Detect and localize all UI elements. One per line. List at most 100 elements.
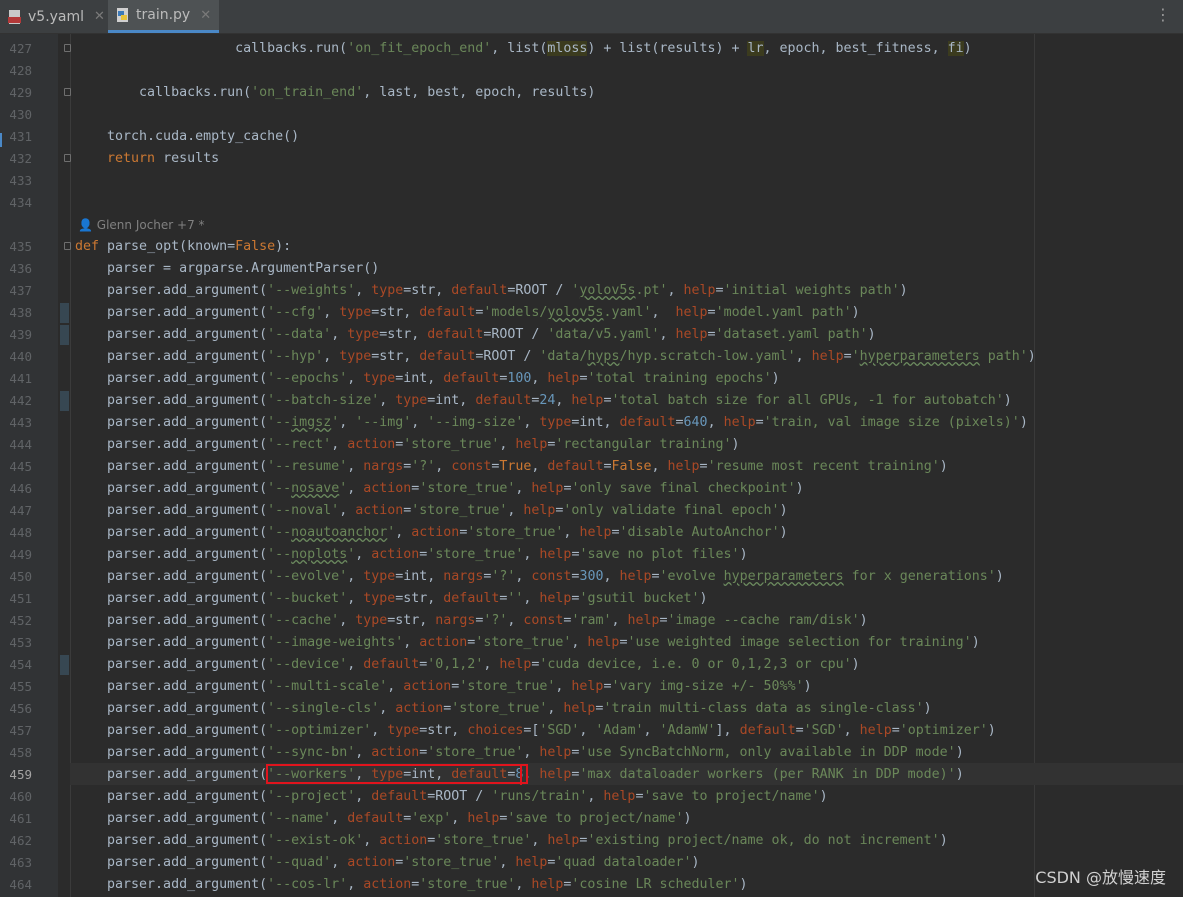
change-marker[interactable] [60,391,69,411]
code-line[interactable]: 455 parser.add_argument('--multi-scale',… [0,676,1183,698]
fold-icon[interactable] [64,154,71,162]
line-number: 430 [9,107,32,122]
change-marker[interactable] [60,655,69,675]
code-line[interactable]: 459 parser.add_argument('--workers', typ… [0,764,1183,786]
code-line[interactable]: 451 parser.add_argument('--bucket', type… [0,588,1183,610]
fold-icon[interactable] [64,44,71,52]
code-line[interactable]: 444 parser.add_argument('--rect', action… [0,434,1183,456]
line-number: 445 [9,459,32,474]
line-number: 448 [9,525,32,540]
code-line[interactable]: 460 parser.add_argument('--project', def… [0,786,1183,808]
code-line[interactable]: 456 parser.add_argument('--single-cls', … [0,698,1183,720]
code-line[interactable]: 461 parser.add_argument('--name', defaul… [0,808,1183,830]
code-line[interactable]: 454 parser.add_argument('--device', defa… [0,654,1183,676]
text-cursor [520,765,522,785]
line-number: 429 [9,85,32,100]
close-icon[interactable]: ✕ [94,9,105,24]
code-text: parser.add_argument('--name', default='e… [75,811,692,826]
code-line[interactable]: 446 parser.add_argument('--nosave', acti… [0,478,1183,500]
line-number: 428 [9,63,32,78]
yaml-file-icon [8,9,22,25]
line-number: 453 [9,635,32,650]
code-line[interactable]: 462 parser.add_argument('--exist-ok', ac… [0,830,1183,852]
line-number: 464 [9,877,32,892]
code-text: parser.add_argument('--rect', action='st… [75,437,740,452]
line-number: 434 [9,195,32,210]
line-number: 436 [9,261,32,276]
tab-train-py[interactable]: train.py ✕ [108,0,220,33]
code-text: parser.add_argument('--noval', action='s… [75,503,788,518]
code-line[interactable]: 431 torch.cuda.empty_cache() [0,126,1183,148]
watermark: CSDN @放慢速度 [1035,868,1166,887]
code-text: parser.add_argument('--project', default… [75,789,828,804]
code-line[interactable]: 443 parser.add_argument('--imgsz', '--im… [0,412,1183,434]
code-text: parser = argparse.ArgumentParser() [75,261,380,276]
line-number: 442 [9,393,32,408]
code-text: callbacks.run('on_fit_epoch_end', list(m… [75,41,972,56]
code-text: return results [107,151,220,166]
code-line[interactable]: 453 parser.add_argument('--image-weights… [0,632,1183,654]
code-line[interactable]: 447 parser.add_argument('--noval', actio… [0,500,1183,522]
line-number: 457 [9,723,32,738]
code-line[interactable]: 428 [0,60,1183,82]
code-text: parser.add_argument('--noautoanchor', ac… [75,525,788,540]
code-line[interactable]: 457 parser.add_argument('--optimizer', t… [0,720,1183,742]
code-author-hint[interactable]: 👤 Glenn Jocher +7 * [78,218,205,232]
code-line[interactable]: 463 parser.add_argument('--quad', action… [0,852,1183,874]
code-text: torch.cuda.empty_cache() [75,129,300,144]
person-icon: 👤 [78,218,93,232]
code-text: parser.add_argument('--nosave', action='… [75,481,804,496]
more-options-icon[interactable]: ⋮ [1155,5,1171,24]
code-text: parser.add_argument('--image-weights', a… [75,635,980,650]
code-text: def parse_opt(known=False): [75,239,292,254]
fold-icon[interactable] [64,242,71,250]
code-editor[interactable]: 427 callbacks.run('on_fit_epoch_end', li… [0,34,1183,897]
code-line[interactable]: 458 parser.add_argument('--sync-bn', act… [0,742,1183,764]
line-number: 435 [9,239,32,254]
line-number: 451 [9,591,32,606]
fold-icon[interactable] [64,88,71,96]
code-text: parser.add_argument('--imgsz', '--img', … [75,415,1028,430]
code-text: parser.add_argument('--evolve', type=int… [75,569,1004,584]
code-line[interactable]: 442 parser.add_argument('--batch-size', … [0,390,1183,412]
code-line[interactable]: 445 parser.add_argument('--resume', narg… [0,456,1183,478]
code-line[interactable]: 449 parser.add_argument('--noplots', act… [0,544,1183,566]
code-line[interactable]: 436 parser = argparse.ArgumentParser() [0,258,1183,280]
line-number: 455 [9,679,32,694]
code-text: parser.add_argument('--cos-lr', action='… [75,877,748,892]
code-line[interactable]: 435 def parse_opt(known=False): [0,236,1183,258]
change-marker[interactable] [60,325,69,345]
code-line[interactable]: 437 parser.add_argument('--weights', typ… [0,280,1183,302]
line-number: 463 [9,855,32,870]
code-line[interactable]: 440 parser.add_argument('--hyp', type=st… [0,346,1183,368]
code-line[interactable]: 439 parser.add_argument('--data', type=s… [0,324,1183,346]
close-icon[interactable]: ✕ [200,8,211,23]
code-line[interactable]: 448 parser.add_argument('--noautoanchor'… [0,522,1183,544]
code-text: parser.add_argument('--hyp', type=str, d… [75,349,1036,364]
code-line[interactable]: 432 return results [0,148,1183,170]
line-number: 431 [9,129,32,144]
code-line[interactable]: 430 [0,104,1183,126]
line-number: 450 [9,569,32,584]
line-number: 459 [9,767,32,782]
code-line[interactable]: 450 parser.add_argument('--evolve', type… [0,566,1183,588]
code-line[interactable]: 464 parser.add_argument('--cos-lr', acti… [0,874,1183,896]
code-line[interactable]: 452 parser.add_argument('--cache', type=… [0,610,1183,632]
code-text: parser.add_argument('--cache', type=str,… [75,613,868,628]
line-number: 443 [9,415,32,430]
line-number: 433 [9,173,32,188]
code-line[interactable]: 438 parser.add_argument('--cfg', type=st… [0,302,1183,324]
code-text: parser.add_argument('--single-cls', acti… [75,701,932,716]
code-text: parser.add_argument('--sync-bn', action=… [75,745,964,760]
code-text: parser.add_argument('--bucket', type=str… [75,591,708,606]
code-line[interactable]: 429 callbacks.run('on_train_end', last, … [0,82,1183,104]
code-line[interactable]: 427 callbacks.run('on_fit_epoch_end', li… [0,38,1183,60]
code-line[interactable]: 433 [0,170,1183,192]
change-marker[interactable] [60,303,69,323]
line-number: 446 [9,481,32,496]
line-number: 456 [9,701,32,716]
code-line[interactable]: 441 parser.add_argument('--epochs', type… [0,368,1183,390]
line-number: 427 [9,41,32,56]
code-line[interactable]: 434 [0,192,1183,214]
tab-v5-yaml[interactable]: v5.yaml ✕ [8,0,105,33]
